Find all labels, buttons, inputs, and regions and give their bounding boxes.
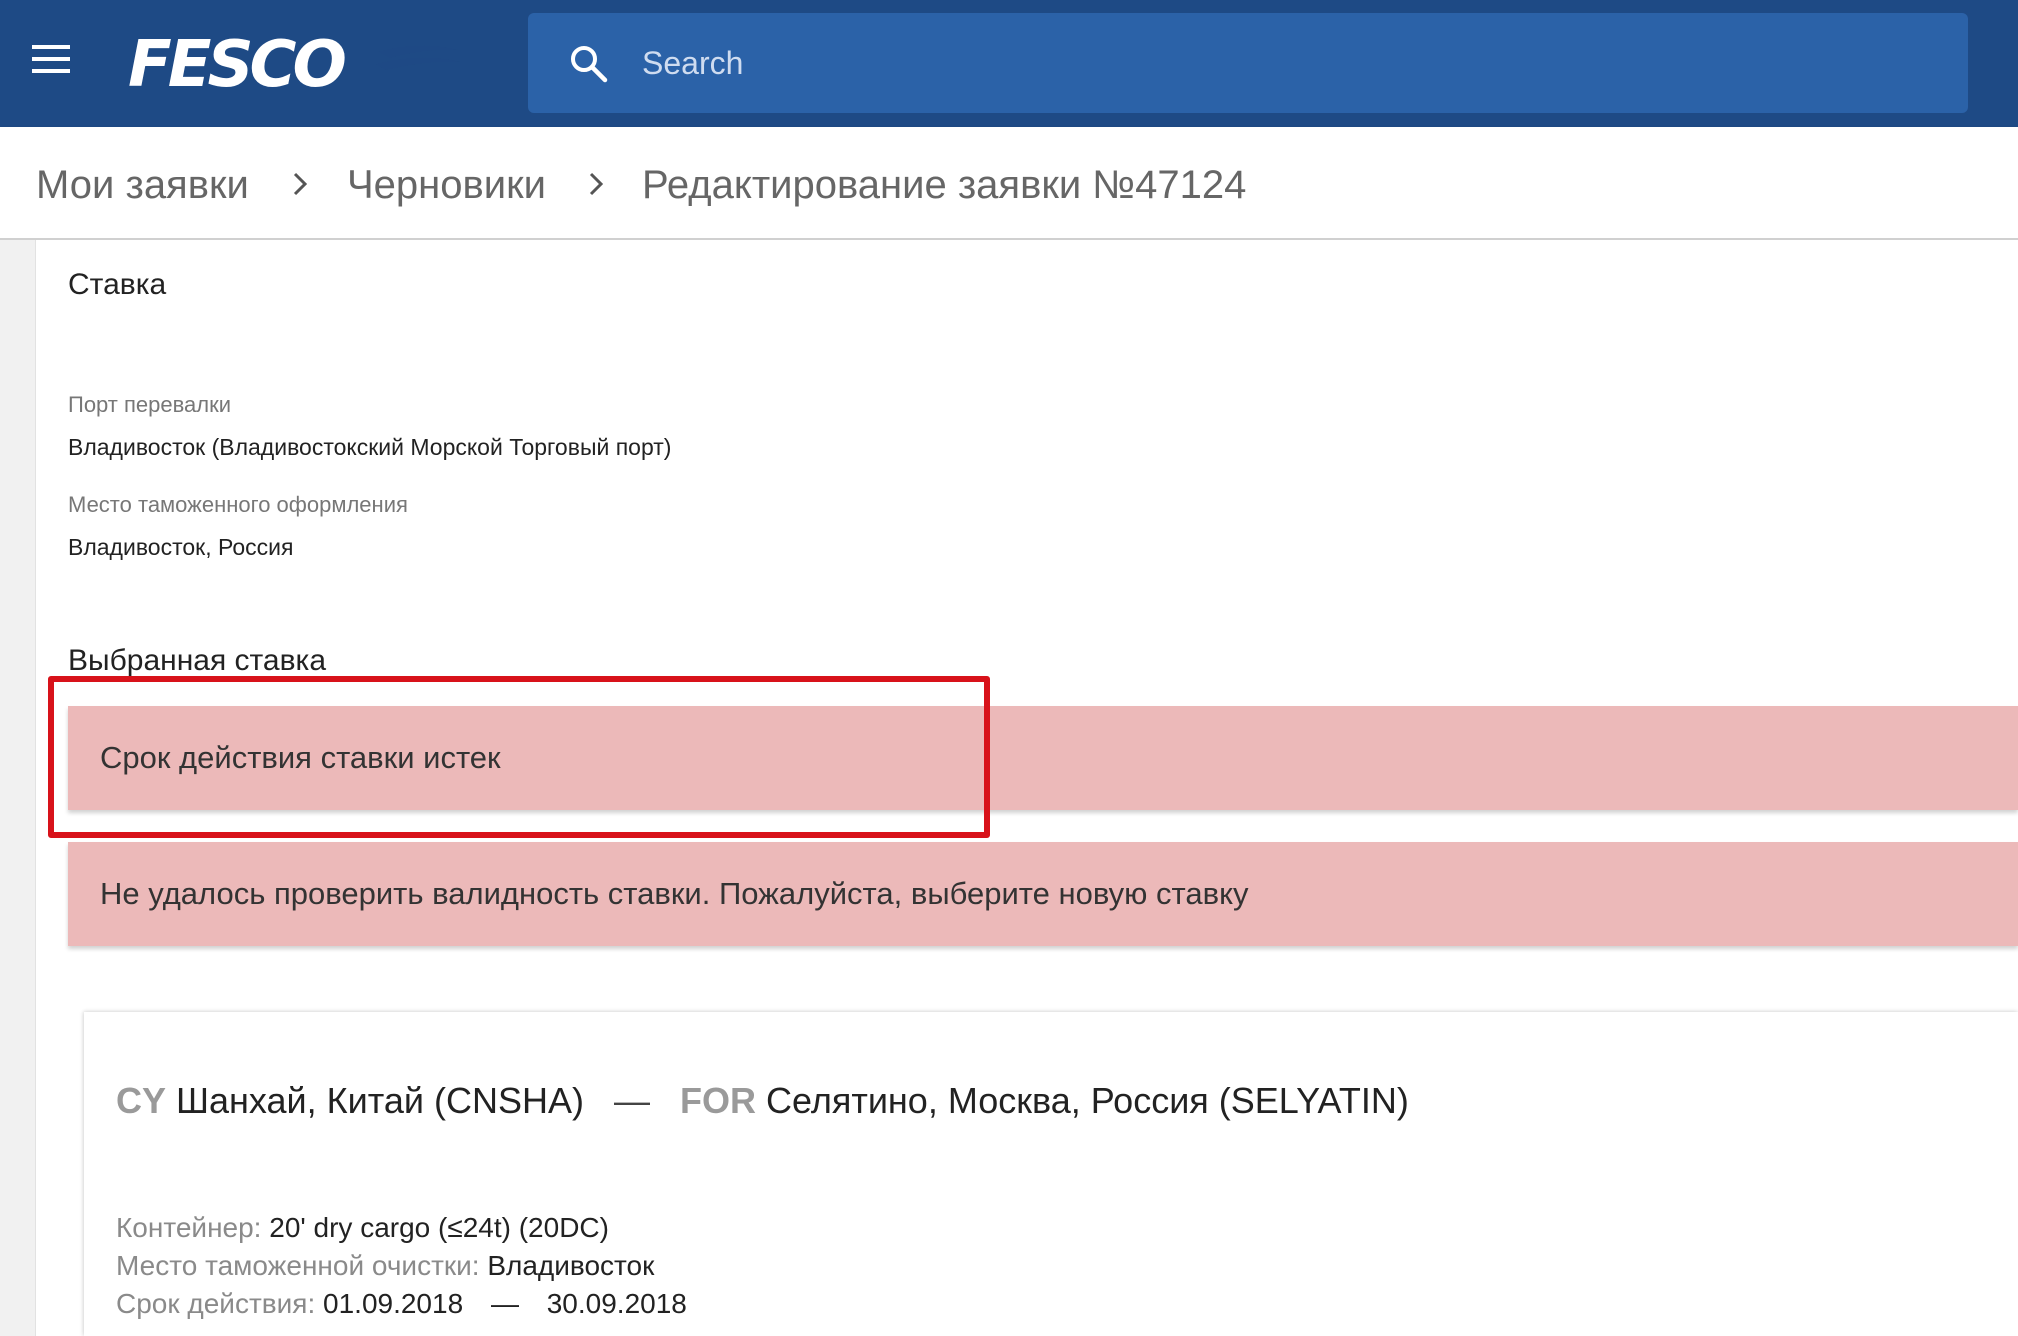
detail-value: Владивосток: [487, 1250, 655, 1281]
section-title-rate: Ставка: [68, 268, 167, 301]
destination-tag: FOR: [679, 1080, 756, 1121]
chevron-right-icon: [293, 172, 308, 196]
rate-card[interactable]: CY Шанхай, Китай (CNSHA) — FOR Селятино,…: [84, 1012, 2018, 1336]
field-label-customs-place: Место таможенного оформления: [68, 492, 408, 517]
selected-rate-title: Выбранная ставка: [68, 644, 327, 677]
route-title: CY Шанхай, Китай (CNSHA) — FOR Селятино,…: [116, 1080, 1409, 1122]
field-label-transshipment-port: Порт перевалки: [68, 392, 232, 417]
origin-location: Шанхай, Китай (CNSHA): [176, 1080, 584, 1121]
validity-from: 01.09.2018: [323, 1288, 464, 1319]
alert-rate-validation-failed: Не удалось проверить валидность ставки. …: [68, 842, 2018, 946]
field-value-transshipment-port: Владивосток (Владивостокский Морской Тор…: [68, 434, 672, 460]
validity-to: 30.09.2018: [546, 1288, 687, 1319]
search-input[interactable]: [640, 33, 1920, 93]
field-value-customs-place: Владивосток, Россия: [68, 534, 294, 560]
detail-container: Контейнер: 20' dry cargo (≤24t) (20DC): [116, 1212, 609, 1244]
search-icon: [571, 46, 608, 83]
destination-location: Селятино, Москва, Россия (SELYATIN): [766, 1080, 1409, 1121]
fesco-logo[interactable]: FESCO: [128, 28, 468, 102]
search-bar[interactable]: [528, 13, 1968, 113]
detail-label: Срок действия:: [116, 1288, 316, 1319]
breadcrumb: Мои заявки Черновики Редактирование заяв…: [0, 127, 2018, 240]
detail-label: Контейнер:: [116, 1212, 262, 1243]
alert-rate-expired: Срок действия ставки истек: [68, 706, 2018, 810]
breadcrumb-my-requests[interactable]: Мои заявки: [36, 163, 249, 208]
detail-customs: Место таможенной очистки: Владивосток: [116, 1250, 654, 1282]
detail-value: 20' dry cargo (≤24t) (20DC): [269, 1212, 609, 1243]
detail-label: Место таможенной очистки:: [116, 1250, 480, 1281]
breadcrumb-current-page: Редактирование заявки №47124: [642, 163, 1247, 207]
left-rail: [0, 240, 36, 1336]
alert-text: Срок действия ставки истек: [100, 740, 501, 775]
breadcrumb-drafts[interactable]: Черновики: [347, 163, 546, 208]
chevron-right-icon: [589, 172, 604, 196]
route-dash: —: [613, 1080, 650, 1121]
hamburger-menu-icon[interactable]: [32, 45, 72, 81]
detail-validity: Срок действия: 01.09.2018 — 30.09.2018: [116, 1288, 687, 1320]
origin-tag: CY: [116, 1080, 167, 1121]
svg-text:FESCO: FESCO: [128, 32, 346, 94]
top-app-bar: FESCO: [0, 0, 2018, 127]
validity-separator: —: [490, 1288, 519, 1319]
alert-text: Не удалось проверить валидность ставки. …: [100, 876, 1249, 911]
